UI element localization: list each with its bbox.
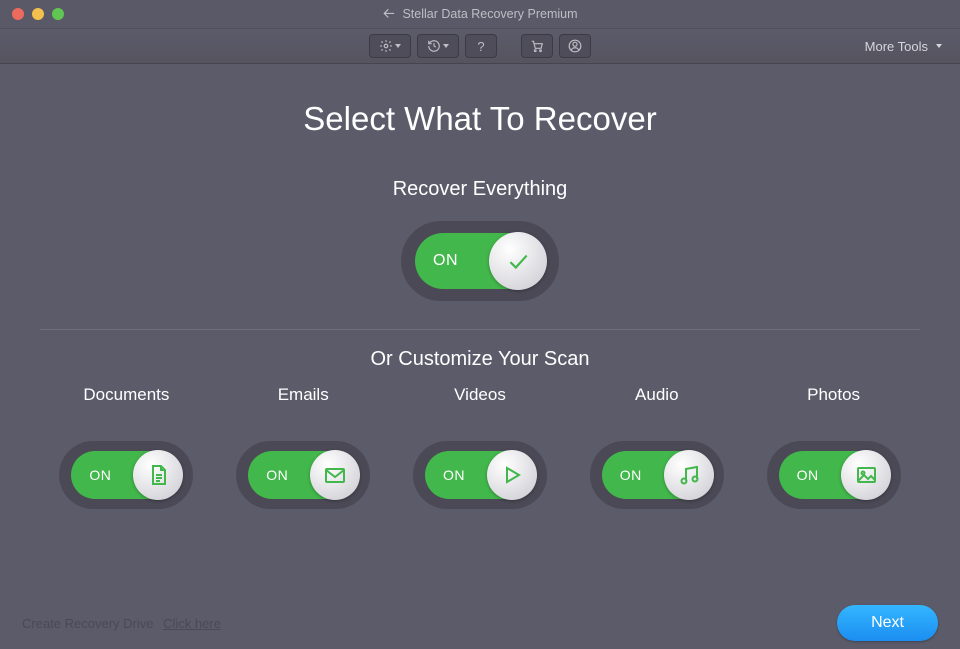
category-photos: Photos ON	[745, 385, 922, 509]
categories-row: Documents ON Emails ON	[0, 371, 960, 509]
back-arrow-icon	[382, 7, 396, 21]
category-label: Audio	[635, 385, 678, 405]
videos-toggle[interactable]: ON	[413, 441, 547, 509]
recover-everything-label: Recover Everything	[0, 178, 960, 201]
category-label: Documents	[83, 385, 169, 405]
window-title: Stellar Data Recovery Premium	[382, 7, 577, 21]
question-icon: ?	[477, 39, 484, 54]
titlebar: Stellar Data Recovery Premium	[0, 0, 960, 29]
category-label: Videos	[454, 385, 506, 405]
photos-toggle[interactable]: ON	[767, 441, 901, 509]
category-videos: Videos ON	[392, 385, 569, 509]
next-button[interactable]: Next	[837, 605, 938, 641]
minimize-button[interactable]	[32, 8, 44, 20]
toggle-on-label: ON	[443, 467, 465, 483]
toggle-knob	[664, 450, 714, 500]
help-button[interactable]: ?	[465, 34, 497, 58]
toggle-on-label: ON	[433, 252, 458, 270]
toggle-on-label: ON	[620, 467, 642, 483]
music-icon	[677, 463, 701, 487]
close-button[interactable]	[12, 8, 24, 20]
cart-icon	[530, 39, 544, 53]
documents-toggle[interactable]: ON	[59, 441, 193, 509]
check-icon	[505, 248, 531, 274]
history-button[interactable]	[417, 34, 459, 58]
audio-toggle[interactable]: ON	[590, 441, 724, 509]
gear-icon	[379, 39, 393, 53]
toggle-knob	[310, 450, 360, 500]
user-icon	[568, 39, 582, 53]
toolbar: ? More Tools	[0, 29, 960, 64]
email-icon	[323, 463, 347, 487]
history-icon	[427, 39, 441, 53]
category-emails: Emails ON	[215, 385, 392, 509]
customize-label: Or Customize Your Scan	[0, 348, 960, 371]
settings-button[interactable]	[369, 34, 411, 58]
more-tools-label: More Tools	[865, 39, 928, 54]
recover-everything-toggle[interactable]: ON	[401, 221, 559, 301]
toggle-on-label: ON	[797, 467, 819, 483]
toggle-knob	[487, 450, 537, 500]
emails-toggle[interactable]: ON	[236, 441, 370, 509]
cart-button[interactable]	[521, 34, 553, 58]
page-title: Select What To Recover	[0, 100, 960, 138]
click-here-link[interactable]: Click here	[163, 616, 221, 631]
toggle-knob	[133, 450, 183, 500]
document-icon	[146, 463, 170, 487]
maximize-button[interactable]	[52, 8, 64, 20]
category-audio: Audio ON	[568, 385, 745, 509]
more-tools-button[interactable]: More Tools	[865, 39, 942, 54]
footer: Create Recovery Drive Click here Next	[0, 597, 960, 649]
chevron-down-icon	[936, 44, 942, 48]
category-documents: Documents ON	[38, 385, 215, 509]
divider	[40, 329, 920, 330]
toggle-on-label: ON	[266, 467, 288, 483]
category-label: Emails	[278, 385, 329, 405]
category-label: Photos	[807, 385, 860, 405]
user-button[interactable]	[559, 34, 591, 58]
image-icon	[854, 463, 878, 487]
toggle-knob	[841, 450, 891, 500]
main: Select What To Recover Recover Everythin…	[0, 64, 960, 509]
window-title-text: Stellar Data Recovery Premium	[402, 7, 577, 21]
play-icon	[500, 463, 524, 487]
window-controls	[0, 8, 64, 20]
toggle-knob	[489, 232, 547, 290]
toolbar-center: ?	[369, 34, 591, 58]
create-drive-text: Create Recovery Drive	[22, 616, 154, 631]
create-recovery-drive: Create Recovery Drive Click here	[22, 616, 221, 631]
toggle-on-label: ON	[89, 467, 111, 483]
